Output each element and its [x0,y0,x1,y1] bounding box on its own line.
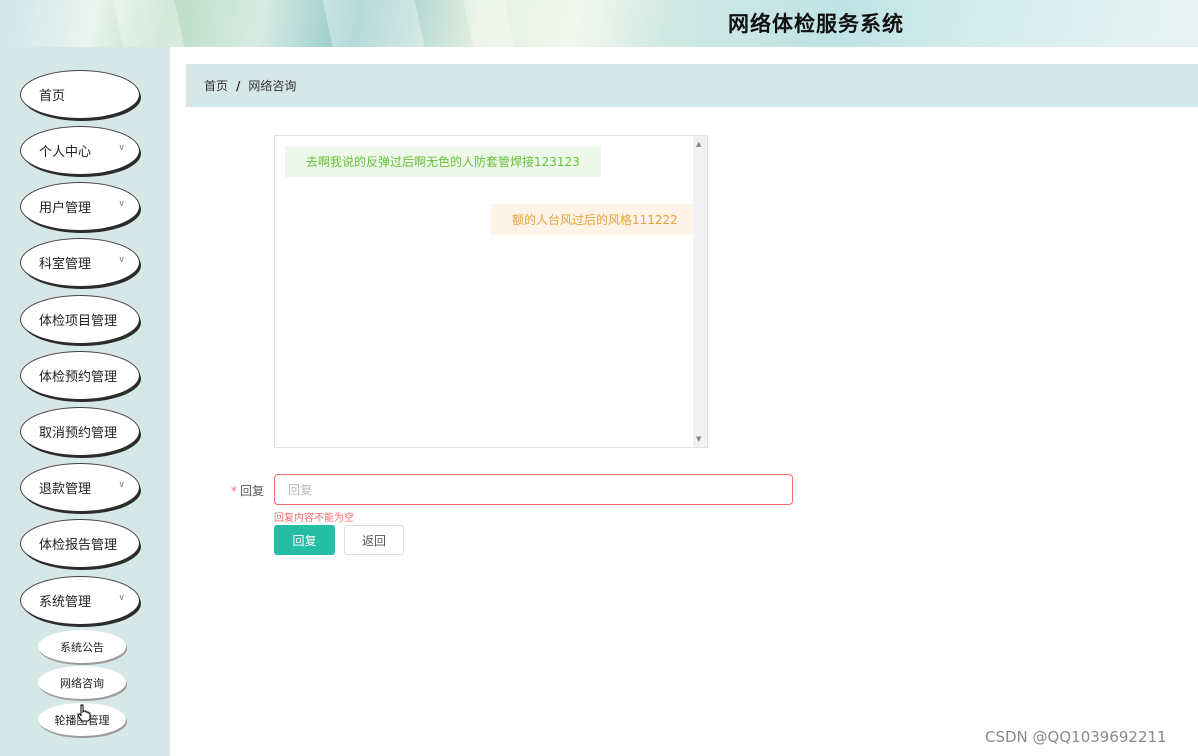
sidebar-item-refund-management[interactable]: 退款管理 ∨ [21,464,139,511]
hand-cursor-icon [77,704,91,722]
banner-decoration [108,0,192,47]
sidebar-item-label: 体检项目管理 [39,314,118,329]
sidebar-item-personal-center[interactable]: 个人中心 ∨ [21,127,139,174]
chevron-up-icon: ∨ [118,593,125,603]
sidebar-item-report-management[interactable]: 体检报告管理 [21,520,139,567]
chevron-down-icon: ∨ [118,255,125,265]
reply-label-text: 回复 [240,484,265,498]
sidebar-item-label: 体检预约管理 [39,370,118,385]
sidebar-item-cancel-appointment[interactable]: 取消预约管理 [21,408,139,455]
banner-decoration [318,0,432,47]
sidebar-item-label: 个人中心 [39,145,92,160]
watermark: CSDN @QQ1039692211 [985,728,1167,746]
chat-message-admin: 额的人台风过后的风格111222 [491,204,699,235]
sidebar: 首页 个人中心 ∨ 用户管理 ∨ 科室管理 ∨ 体检项目管理 体检预约管理 取消… [0,47,170,756]
chat-message-text: 额的人台风过后的风格111222 [512,213,678,227]
validation-error: 回复内容不能为空 [274,513,354,524]
chat-history-panel[interactable]: 去啊我说的反弹过后啊无色的人防套管焊接123123 额的人台风过后的风格1112… [274,135,708,448]
sidebar-subitem-announcement[interactable]: 系统公告 [38,630,126,663]
chat-message-text: 去啊我说的反弹过后啊无色的人防套管焊接123123 [306,155,580,169]
sidebar-item-label: 退款管理 [39,482,92,497]
header-banner: 网络体检服务系统 [0,0,1198,47]
chevron-down-icon: ∨ [118,480,125,490]
breadcrumb: 首页 / 网络咨询 [186,64,1198,107]
required-mark: * [231,484,237,498]
sidebar-subitem-label: 系统公告 [60,640,104,654]
sidebar-item-label: 取消预约管理 [39,426,118,441]
sidebar-item-department-management[interactable]: 科室管理 ∨ [21,239,139,286]
sidebar-item-home[interactable]: 首页 [21,71,139,118]
banner-decoration [457,0,523,47]
sidebar-item-label: 首页 [39,89,66,104]
chat-message-user: 去啊我说的反弹过后啊无色的人防套管焊接123123 [285,146,601,177]
chevron-down-icon: ∨ [118,199,125,209]
sidebar-item-user-management[interactable]: 用户管理 ∨ [21,183,139,230]
breadcrumb-separator: / [236,78,241,93]
reply-input[interactable] [274,474,793,505]
sidebar-item-exam-item-management[interactable]: 体检项目管理 [21,296,139,343]
sidebar-item-label: 科室管理 [39,257,92,272]
scroll-down-icon[interactable]: ▼ [696,435,701,443]
breadcrumb-current: 网络咨询 [248,79,297,93]
sidebar-item-label: 体检报告管理 [39,538,118,553]
sidebar-item-appointment-management[interactable]: 体检预约管理 [21,352,139,399]
app-title: 网络体检服务系统 [728,12,904,36]
back-button[interactable]: 返回 [344,525,404,555]
sidebar-subitem-consultation[interactable]: 网络咨询 [38,666,126,699]
sidebar-item-system-management[interactable]: 系统管理 ∨ [21,577,139,624]
reply-submit-button[interactable]: 回复 [274,525,335,555]
breadcrumb-home[interactable]: 首页 [204,77,228,94]
reply-label: * 回复 [231,482,264,499]
chat-scrollbar[interactable]: ▲ ▼ [693,136,707,447]
chevron-down-icon: ∨ [118,143,125,153]
scroll-up-icon[interactable]: ▲ [696,140,701,148]
sidebar-subitem-label: 网络咨询 [60,676,104,690]
sidebar-item-label: 用户管理 [39,201,92,216]
sidebar-item-label: 系统管理 [39,595,92,610]
